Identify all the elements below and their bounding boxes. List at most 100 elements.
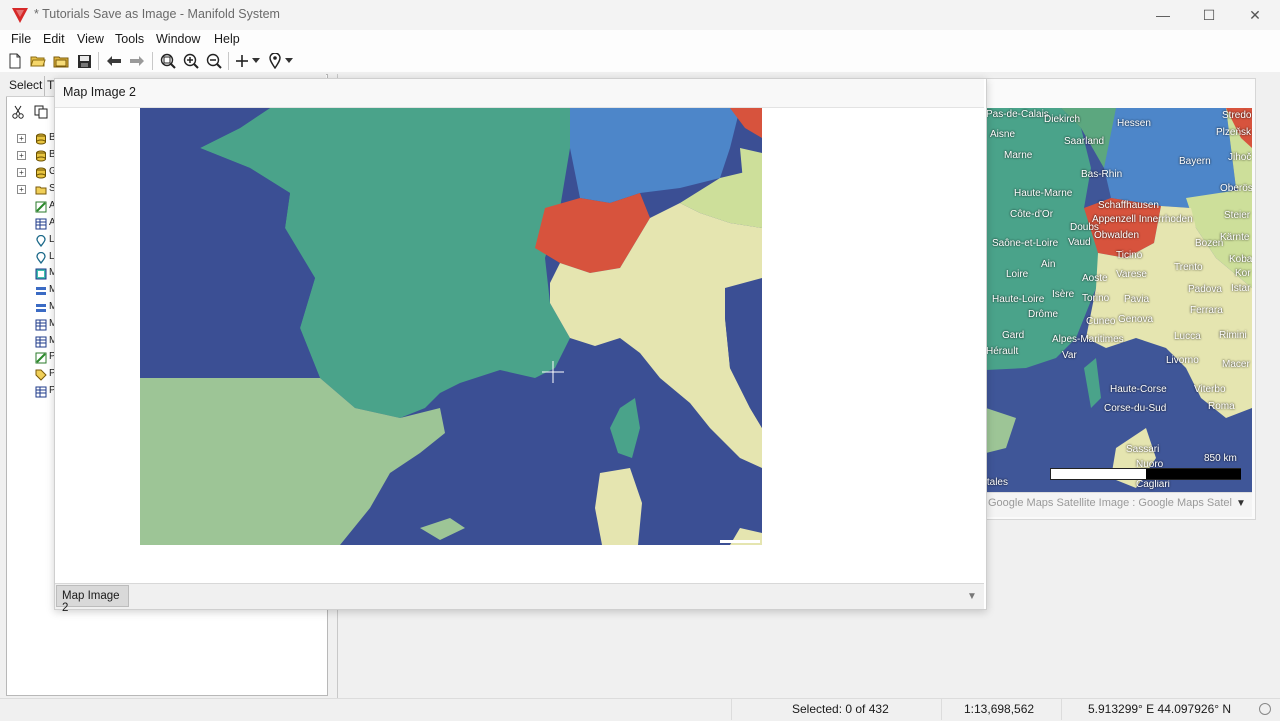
map-label: Kärnte [1220, 232, 1250, 243]
coordinates-status: 5.913299° E 44.097926° N [1061, 698, 1251, 720]
copy-icon[interactable] [34, 105, 48, 122]
open-icon[interactable] [53, 53, 69, 69]
database-icon [36, 167, 46, 179]
zoom-in-icon[interactable] [183, 53, 199, 69]
menu-tools[interactable]: Tools [115, 32, 144, 46]
table-icon [35, 319, 47, 331]
open-folder-icon[interactable] [30, 53, 46, 69]
map-label: Pas-de-Calais [986, 109, 1049, 120]
database-icon [36, 150, 46, 162]
toolbar-separator [228, 52, 229, 70]
zoom-to-fit-icon[interactable] [160, 53, 176, 69]
location-icon [36, 235, 46, 247]
map-icon [36, 287, 46, 295]
map-label: Bas-Rhin [1081, 169, 1123, 180]
expand-icon[interactable]: + [17, 151, 26, 160]
map-label: Saarland [1064, 136, 1105, 147]
map-image-tab-strip [55, 583, 984, 609]
map-label: Ferrara [1190, 305, 1223, 316]
map-label: Lucca [1174, 331, 1201, 342]
map-label: Oberöster [1220, 183, 1252, 194]
map-icon [36, 304, 46, 312]
tab-select[interactable]: Select [6, 76, 44, 96]
map-label: Gard [1002, 330, 1025, 341]
cut-icon[interactable] [12, 105, 24, 122]
map-label: Côte-d'Or [1010, 209, 1054, 220]
map-label: Cuneo [1086, 316, 1116, 327]
map-label: Diekirch [1044, 114, 1081, 125]
image-icon [35, 268, 47, 280]
new-file-icon[interactable] [7, 53, 23, 69]
menu-view[interactable]: View [77, 32, 104, 46]
map-image-title: Map Image 2 [63, 85, 136, 99]
minimize-button[interactable]: — [1140, 0, 1186, 30]
map-label: Torino [1082, 293, 1110, 304]
menu-file[interactable]: File [11, 32, 31, 46]
save-icon[interactable] [76, 53, 92, 69]
map-label: Bayern [1179, 156, 1211, 167]
map-label: Kor [1235, 268, 1251, 279]
menu-help[interactable]: Help [214, 32, 240, 46]
map-label: Macer [1222, 359, 1250, 370]
table-icon [35, 218, 47, 230]
map-label: Haute-Loire [992, 294, 1045, 305]
add-component-icon[interactable] [234, 53, 250, 69]
map-label: Trento [1174, 262, 1203, 273]
map-label: Koba [1229, 254, 1252, 265]
map-label: Aisne [990, 129, 1016, 140]
scale-bar [1050, 468, 1241, 480]
expand-icon[interactable]: + [17, 134, 26, 143]
map-label: Steier [1224, 210, 1251, 221]
close-button[interactable]: ✕ [1232, 0, 1278, 30]
map-label: Pavia [1124, 294, 1150, 305]
map-label: Haute-Marne [1014, 188, 1073, 199]
map-label: Stredo [1222, 110, 1252, 121]
chevron-down-icon[interactable]: ▼ [967, 591, 977, 602]
map-label: Var [1062, 350, 1077, 361]
background-map-canvas[interactable]: Pas-de-Calais Diekirch Hessen Stredo Plz… [986, 108, 1252, 492]
tab-map-image-2[interactable]: Map Image 2 [56, 585, 129, 614]
chevron-down-icon[interactable] [284, 53, 294, 69]
chevron-down-icon[interactable]: ▼ [1236, 498, 1246, 509]
location-icon [36, 252, 46, 264]
map-image-canvas[interactable] [140, 108, 762, 545]
status-indicator-icon [1259, 703, 1271, 715]
map-label: Roma [1208, 401, 1235, 412]
menu-edit[interactable]: Edit [43, 32, 65, 46]
table-icon [35, 386, 47, 398]
scale-bar-label: 850 km [1204, 453, 1237, 464]
map-label: Plzeňsk [1216, 127, 1252, 138]
map-label: Haute-Corse [1110, 384, 1167, 395]
map-label: Rimini [1219, 330, 1247, 341]
map-label: Hessen [1117, 118, 1151, 129]
maximize-button[interactable]: ☐ [1186, 0, 1232, 30]
scale-status: 1:13,698,562 [941, 698, 1061, 720]
map-label: Drôme [1028, 309, 1059, 320]
toolbar-separator [152, 52, 153, 70]
map-label: Saône-et-Loire [992, 238, 1059, 249]
map-label: Pyrénées-Orientales [986, 477, 1008, 488]
map-label: Loire [1006, 269, 1029, 280]
map-label: Ticino [1116, 250, 1143, 261]
window-title: * Tutorials Save as Image - Manifold Sys… [34, 7, 280, 21]
chevron-down-icon[interactable] [251, 53, 261, 69]
map-label: Genova [1118, 314, 1154, 325]
locate-pin-icon[interactable] [267, 53, 283, 69]
toolbar-separator [98, 52, 99, 70]
map-image-titlebar[interactable] [55, 79, 984, 108]
map-label: Ain [1041, 259, 1056, 270]
layer-name[interactable]: Google Maps Satellite Image : Google Map… [988, 497, 1232, 509]
expand-icon[interactable]: + [17, 168, 26, 177]
database-icon [36, 133, 46, 145]
map-label: Varese [1116, 269, 1147, 280]
menu-window[interactable]: Window [156, 32, 200, 46]
map-label: Sassari [1126, 444, 1160, 455]
map-label: Isère [1052, 289, 1075, 300]
map-label: Jihoč [1228, 152, 1252, 163]
drawing-icon [35, 352, 47, 364]
expand-icon[interactable]: + [17, 185, 26, 194]
back-arrow-icon[interactable] [106, 53, 122, 69]
map-label: Appenzell Innerrhoden [1092, 214, 1193, 225]
forward-arrow-icon[interactable] [129, 53, 145, 69]
zoom-out-icon[interactable] [206, 53, 222, 69]
